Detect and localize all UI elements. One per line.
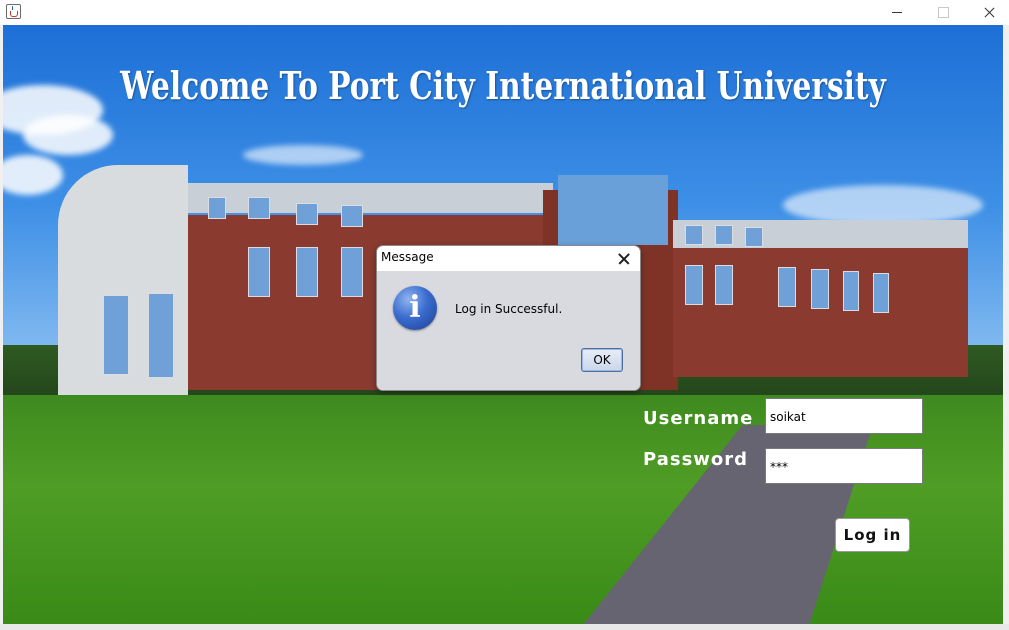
building-glass-tower [558, 175, 668, 245]
cloud [243, 145, 363, 165]
window-pane [873, 273, 889, 313]
window-pane [248, 247, 270, 297]
login-button[interactable]: Log in [835, 518, 910, 552]
window-pane [208, 197, 226, 219]
cloud [783, 185, 983, 225]
window-pane [296, 247, 318, 297]
maximize-icon[interactable] [920, 0, 966, 25]
window-pane [341, 205, 363, 227]
window-bottom-border [0, 624, 1009, 630]
close-icon[interactable] [966, 0, 1009, 25]
window-pane [103, 295, 129, 375]
username-field[interactable]: soikat [765, 398, 923, 434]
window-pane [248, 197, 270, 219]
window-pane [685, 225, 703, 245]
dialog-body: i Log in Successful. OK [377, 271, 640, 390]
window-titlebar [0, 0, 1009, 25]
dialog-message: Log in Successful. [455, 302, 563, 316]
dialog-title: Message [381, 250, 434, 264]
ok-button[interactable]: OK [581, 348, 623, 372]
window-pane [745, 227, 763, 247]
username-label: Username [643, 408, 754, 429]
window-pane [148, 293, 174, 378]
window-pane [778, 267, 796, 307]
cloud [23, 115, 113, 155]
window-pane [715, 265, 733, 305]
window-pane [685, 265, 703, 305]
password-field[interactable]: *** [765, 448, 923, 484]
window-pane [811, 269, 829, 309]
close-icon[interactable] [615, 250, 633, 268]
minimize-icon[interactable] [874, 0, 920, 25]
page-title: Welcome To Port City International Unive… [120, 63, 886, 108]
window-pane [341, 247, 363, 297]
cloud [3, 155, 63, 195]
java-cup-icon [6, 4, 21, 19]
password-label: Password [643, 449, 749, 470]
window-pane [715, 225, 733, 245]
window-pane [296, 203, 318, 225]
info-icon: i [393, 286, 437, 330]
message-dialog: Message i Log in Successful. OK [376, 245, 641, 391]
window-pane [843, 271, 859, 311]
